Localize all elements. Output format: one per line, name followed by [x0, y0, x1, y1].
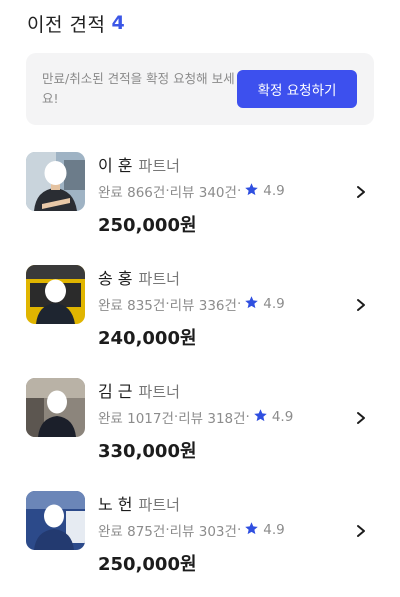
partner-avatar [26, 152, 85, 211]
completed-count: 완료 1017건 [98, 411, 174, 427]
notice-text: 만료/취소된 견적을 확정 요청해 보세요! [42, 71, 235, 106]
completed-count: 완료 866건 [98, 185, 166, 201]
quote-price: 240,000원 [98, 328, 197, 349]
partner-item[interactable]: 노 헌 파트너 완료 875건 · 리뷰 303건 · 4.9 250,000원 [0, 479, 400, 592]
partner-item[interactable]: 송 홍 파트너 완료 835건 · 리뷰 336건 · 4.9 240,000원 [0, 253, 400, 366]
review-count: 리뷰 318건 [178, 411, 246, 427]
partner-role: 파트너 [138, 157, 180, 175]
partner-stats: 완료 835건 · 리뷰 336건 · 4.9 [98, 295, 285, 314]
partner-role: 파트너 [138, 383, 180, 401]
review-count: 리뷰 336건 [169, 298, 237, 314]
quote-price: 250,000원 [98, 554, 197, 575]
partner-avatar [26, 491, 85, 550]
partner-item[interactable]: 김 근 파트너 완료 1017건 · 리뷰 318건 · 4.9 330,000… [0, 366, 400, 479]
notice-banner: 만료/취소된 견적을 확정 요청해 보세요! 확정 요청하기 [26, 53, 374, 125]
partner-stats: 완료 1017건 · 리뷰 318건 · 4.9 [98, 408, 294, 427]
confirm-request-button[interactable]: 확정 요청하기 [237, 70, 357, 108]
review-count: 리뷰 340건 [169, 185, 237, 201]
chevron-right-icon[interactable] [355, 410, 367, 424]
partner-avatar [26, 265, 85, 324]
rating: 4.9 [271, 409, 294, 425]
completed-count: 완료 875건 [98, 524, 166, 540]
chevron-right-icon[interactable] [355, 523, 367, 537]
partner-name: 김 근 [98, 382, 133, 401]
partner-name: 노 헌 [98, 495, 133, 514]
page-header: 이전 견적 4 [27, 8, 125, 38]
partner-stats: 완료 866건 · 리뷰 340건 · 4.9 [98, 182, 285, 201]
rating: 4.9 [263, 183, 285, 199]
quote-count: 4 [111, 12, 125, 34]
partner-name: 송 홍 [98, 269, 133, 288]
partner-item[interactable]: 이 훈 파트너 완료 866건 · 리뷰 340건 · 4.9 250,000원 [0, 140, 400, 253]
completed-count: 완료 835건 [98, 298, 166, 314]
page-title: 이전 견적 [27, 13, 106, 36]
partner-role: 파트너 [138, 496, 180, 514]
partner-stats: 완료 875건 · 리뷰 303건 · 4.9 [98, 521, 285, 540]
rating: 4.9 [263, 522, 285, 538]
quote-price: 330,000원 [98, 441, 197, 462]
rating: 4.9 [263, 296, 285, 312]
review-count: 리뷰 303건 [169, 524, 237, 540]
star-icon [244, 295, 259, 314]
quote-price: 250,000원 [98, 215, 197, 236]
star-icon [244, 521, 259, 540]
partner-name: 이 훈 [98, 156, 133, 175]
partner-list: 이 훈 파트너 완료 866건 · 리뷰 340건 · 4.9 250,000원 [0, 140, 400, 592]
chevron-right-icon[interactable] [355, 184, 367, 198]
star-icon [244, 182, 259, 201]
partner-role: 파트너 [138, 270, 180, 288]
partner-avatar [26, 378, 85, 437]
star-icon [253, 408, 268, 427]
chevron-right-icon[interactable] [355, 297, 367, 311]
